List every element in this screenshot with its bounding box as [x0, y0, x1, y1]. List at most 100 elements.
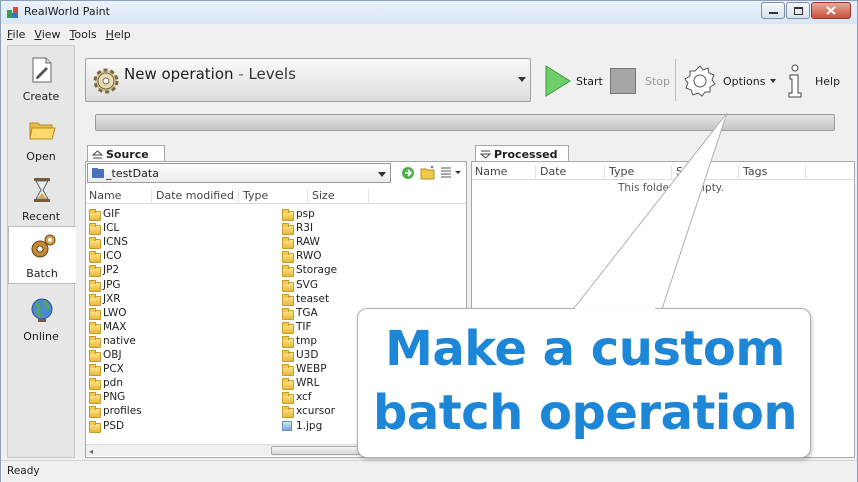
folder-icon: [282, 350, 294, 362]
file-list-item[interactable]: PNG: [89, 390, 125, 405]
folder-icon: [89, 392, 101, 405]
minimize-icon: [768, 11, 778, 14]
file-name: SVG: [296, 278, 318, 291]
file-list-item[interactable]: 1.jpg: [282, 419, 322, 433]
column-size[interactable]: Size: [309, 189, 369, 204]
stop-button[interactable]: Stop: [610, 61, 670, 101]
file-list-item[interactable]: profiles: [89, 404, 142, 419]
file-list-item[interactable]: RAW: [282, 235, 320, 250]
operation-selector[interactable]: New operation - Levels: [85, 58, 531, 102]
view-options-icon[interactable]: [440, 166, 462, 179]
callout-line-2: batch operation: [372, 385, 798, 441]
sidebar-item-create[interactable]: Create: [8, 50, 74, 108]
menu-tools[interactable]: Tools: [70, 25, 97, 44]
file-list-item[interactable]: JPG: [89, 278, 121, 292]
file-list-item[interactable]: teaset: [282, 292, 329, 306]
refresh-icon[interactable]: [401, 166, 415, 180]
options-button[interactable]: Options: [682, 61, 777, 101]
file-list-item[interactable]: PCX: [89, 362, 124, 377]
close-button[interactable]: [811, 2, 851, 19]
sidebar-item-batch[interactable]: Batch: [8, 226, 76, 284]
folder-icon: [89, 251, 101, 264]
file-list-item[interactable]: SVG: [282, 278, 318, 292]
file-name: profiles: [103, 405, 142, 418]
file-list-item[interactable]: xcursor: [282, 404, 335, 419]
download-icon: [480, 150, 491, 159]
file-list-item[interactable]: OBJ: [89, 348, 122, 362]
file-list-item[interactable]: psp: [282, 207, 315, 221]
file-list-item[interactable]: MAX: [89, 320, 126, 334]
folder-icon: [89, 223, 101, 236]
folder-icon: [89, 265, 101, 278]
file-name: native: [103, 334, 136, 347]
sidebar-item-open[interactable]: Open: [8, 110, 74, 168]
menu-view[interactable]: View: [34, 25, 60, 44]
file-list-item[interactable]: TGA: [282, 306, 318, 320]
sidebar-item-online[interactable]: Online: [8, 290, 74, 348]
file-name: xcf: [296, 391, 312, 404]
start-label: Start: [576, 74, 603, 88]
file-name: xcursor: [296, 405, 335, 418]
source-path-dropdown[interactable]: _testData: [87, 163, 391, 183]
file-list-item[interactable]: U3D: [282, 348, 318, 362]
callout-pointer: [569, 112, 728, 313]
file-list-item[interactable]: pdn: [89, 376, 123, 391]
folder-icon: [282, 279, 294, 292]
file-list-item[interactable]: ICO: [89, 249, 122, 264]
file-name: U3D: [296, 349, 319, 361]
chevron-down-icon: [518, 77, 526, 82]
file-list-item[interactable]: native: [89, 334, 136, 348]
operation-subtitle: Levels: [248, 65, 296, 83]
folder-icon: [282, 378, 294, 391]
menu-file[interactable]: File: [7, 25, 25, 44]
file-list-item[interactable]: Storage: [282, 263, 337, 278]
file-list-item[interactable]: JP2: [89, 263, 120, 278]
file-list-item[interactable]: RWO: [282, 249, 322, 264]
help-button[interactable]: Help: [785, 61, 840, 101]
file-list-item[interactable]: xcf: [282, 390, 312, 405]
column-type[interactable]: Type: [240, 189, 308, 204]
column-name[interactable]: Name: [86, 189, 152, 204]
source-file-list-col1: GIF ICL ICNS ICO JP2 JPG JXR LWO MAX native OBJ PCX…: [89, 207, 269, 435]
play-icon: [545, 65, 571, 97]
folder-icon: [89, 307, 101, 320]
file-name: RWO: [296, 250, 322, 263]
file-list-item[interactable]: tmp: [282, 334, 317, 348]
file-list-item[interactable]: ICL: [89, 221, 119, 236]
scroll-left-icon[interactable]: ◂: [89, 447, 93, 456]
file-name: 1.jpg: [296, 419, 323, 432]
minimize-button[interactable]: [761, 2, 785, 19]
globe-icon: [31, 298, 53, 322]
folder-icon: [282, 223, 294, 236]
file-list-item[interactable]: LWO: [89, 306, 127, 320]
folder-icon: [92, 168, 104, 178]
gear-icon: [93, 68, 119, 94]
file-list-item[interactable]: WRL: [282, 376, 320, 391]
settings-gear-icon: [684, 65, 716, 97]
file-name: WRL: [296, 377, 320, 390]
operation-title: New operation - Levels: [124, 65, 296, 83]
file-list-item[interactable]: R3I: [282, 221, 313, 236]
file-list-item[interactable]: ICNS: [89, 235, 128, 250]
options-label: Options: [723, 74, 766, 88]
maximize-button[interactable]: [786, 2, 810, 19]
file-name: JP2: [103, 264, 120, 277]
column-date-modified[interactable]: Date modified: [153, 189, 239, 204]
file-name: psp: [296, 208, 315, 220]
file-list-item[interactable]: GIF: [89, 207, 120, 221]
sidebar-item-recent[interactable]: Recent: [8, 170, 74, 228]
file-list-item[interactable]: PSD: [89, 419, 124, 433]
menu-help[interactable]: Help: [106, 25, 131, 44]
start-button[interactable]: Start: [543, 61, 603, 101]
column-tags[interactable]: Tags: [740, 165, 806, 180]
file-list-item[interactable]: JXR: [89, 292, 121, 306]
file-list-item[interactable]: TIF: [282, 320, 312, 334]
new-folder-icon[interactable]: [420, 165, 436, 180]
scrollbar-thumb[interactable]: [271, 446, 361, 455]
file-name: ICO: [103, 250, 122, 263]
sidebar-item-label: Open: [26, 150, 56, 163]
image-file-icon: [282, 420, 292, 431]
column-name[interactable]: Name: [472, 165, 536, 180]
folder-icon: [89, 321, 101, 334]
file-list-item[interactable]: WEBP: [282, 362, 327, 377]
